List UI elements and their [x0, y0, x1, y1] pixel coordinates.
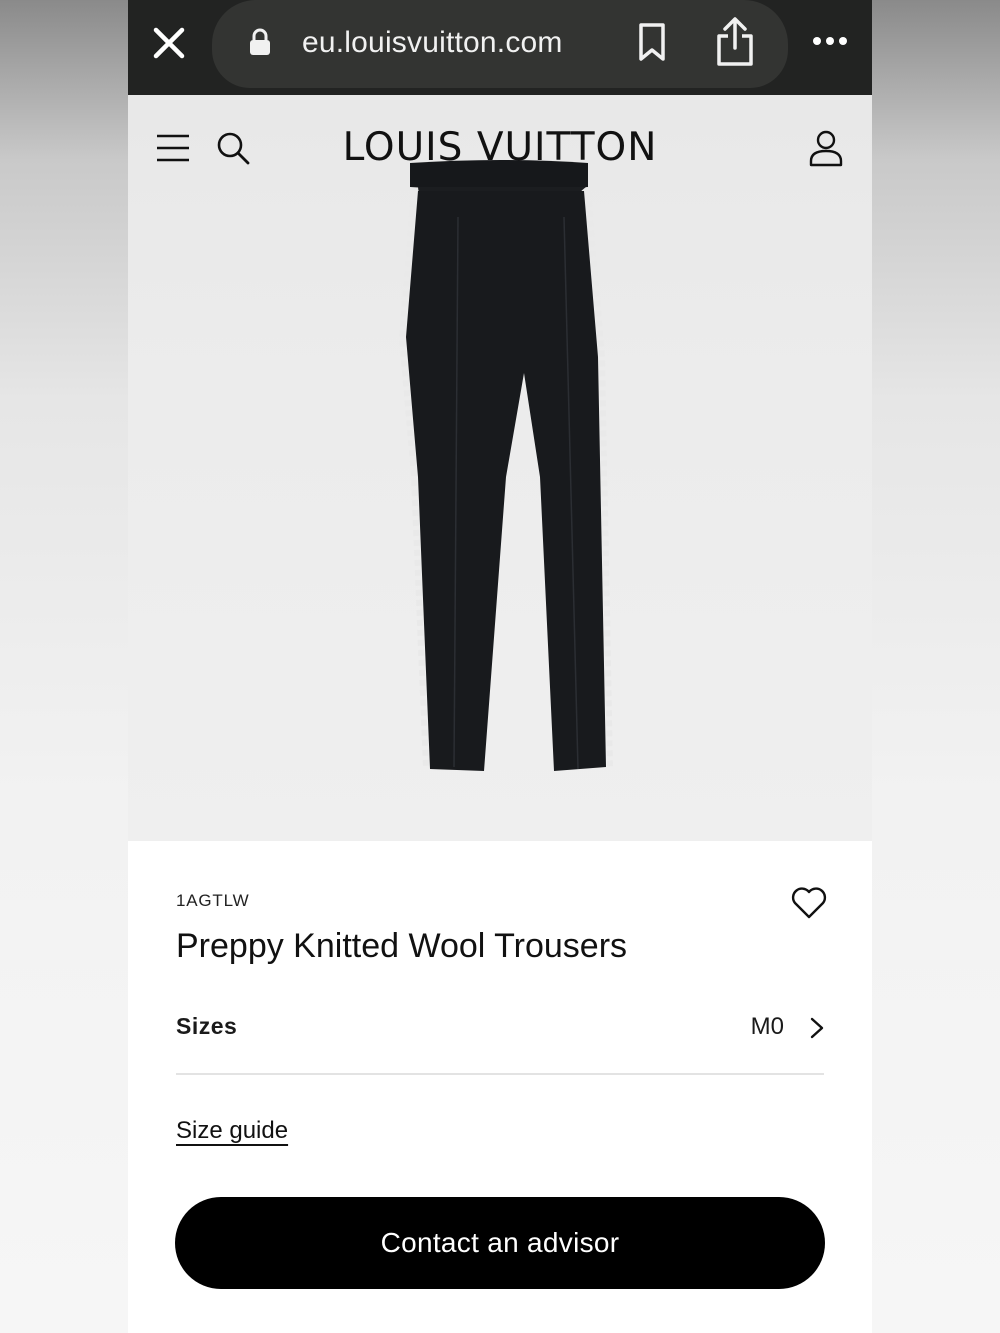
menu-icon[interactable] — [156, 133, 190, 163]
bookmark-icon[interactable] — [636, 22, 668, 62]
sizes-label: Sizes — [176, 1013, 238, 1039]
account-icon[interactable] — [808, 129, 844, 167]
product-sku: 1AGTLW — [176, 891, 250, 910]
product-gallery: LOUIS VUITTON — [128, 95, 872, 841]
url-text[interactable]: eu.louisvuitton.com — [302, 22, 563, 64]
chevron-right-icon — [810, 1017, 824, 1039]
close-tab-button[interactable] — [146, 20, 192, 66]
share-icon[interactable] — [714, 16, 756, 68]
search-icon[interactable] — [216, 131, 250, 165]
device-screen: eu.louisvuitton.com LOUIS VUITTON 1AGTLW… — [128, 0, 872, 1333]
selected-size: M0 — [750, 1013, 784, 1040]
brand-logo-text[interactable]: LOUIS VUITTON — [343, 125, 658, 170]
address-bar[interactable]: eu.louisvuitton.com — [212, 0, 788, 88]
size-selector[interactable]: Sizes M0 — [176, 1001, 824, 1075]
more-icon — [813, 37, 847, 45]
browser-toolbar: eu.louisvuitton.com — [128, 0, 872, 95]
size-guide-link[interactable]: Size guide — [176, 1117, 288, 1145]
product-title: Preppy Knitted Wool Trousers — [176, 927, 628, 965]
more-options-button[interactable] — [808, 26, 852, 56]
close-icon — [153, 27, 185, 59]
contact-advisor-button[interactable]: Contact an advisor — [175, 1197, 825, 1289]
lock-icon — [250, 28, 270, 55]
product-image[interactable] — [388, 157, 618, 777]
heart-icon[interactable] — [790, 885, 828, 921]
product-info-panel: 1AGTLW Preppy Knitted Wool Trousers Size… — [128, 841, 872, 1333]
